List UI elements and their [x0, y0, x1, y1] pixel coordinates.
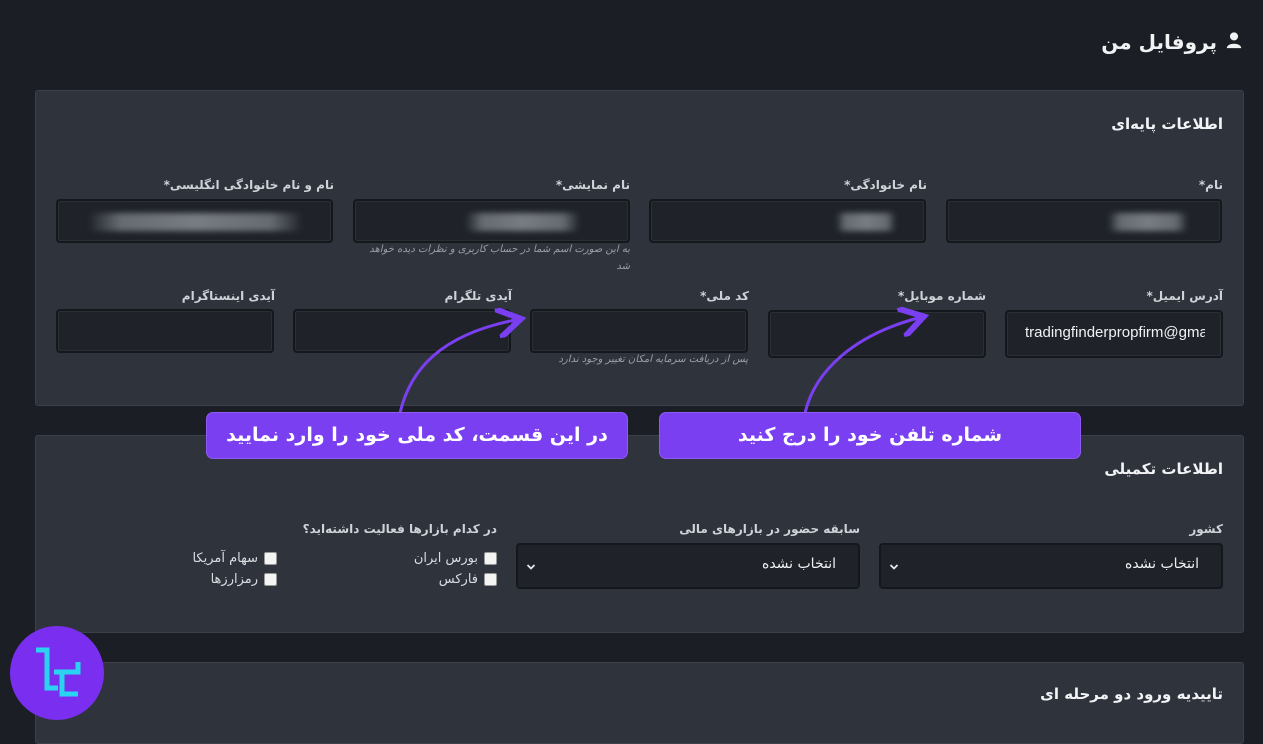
brand-logo-icon [36, 647, 81, 697]
phone-annotation: شماره تلفن خود را درج کنید [660, 413, 1080, 458]
national-code-annotation: در این قسمت، کد ملی خود را وارد نمایید [207, 413, 627, 458]
arrow-to-mobile [803, 318, 918, 414]
arrow-to-national-code [398, 320, 515, 414]
annotation-arrows [398, 0, 1263, 414]
brand-logo [10, 626, 104, 720]
